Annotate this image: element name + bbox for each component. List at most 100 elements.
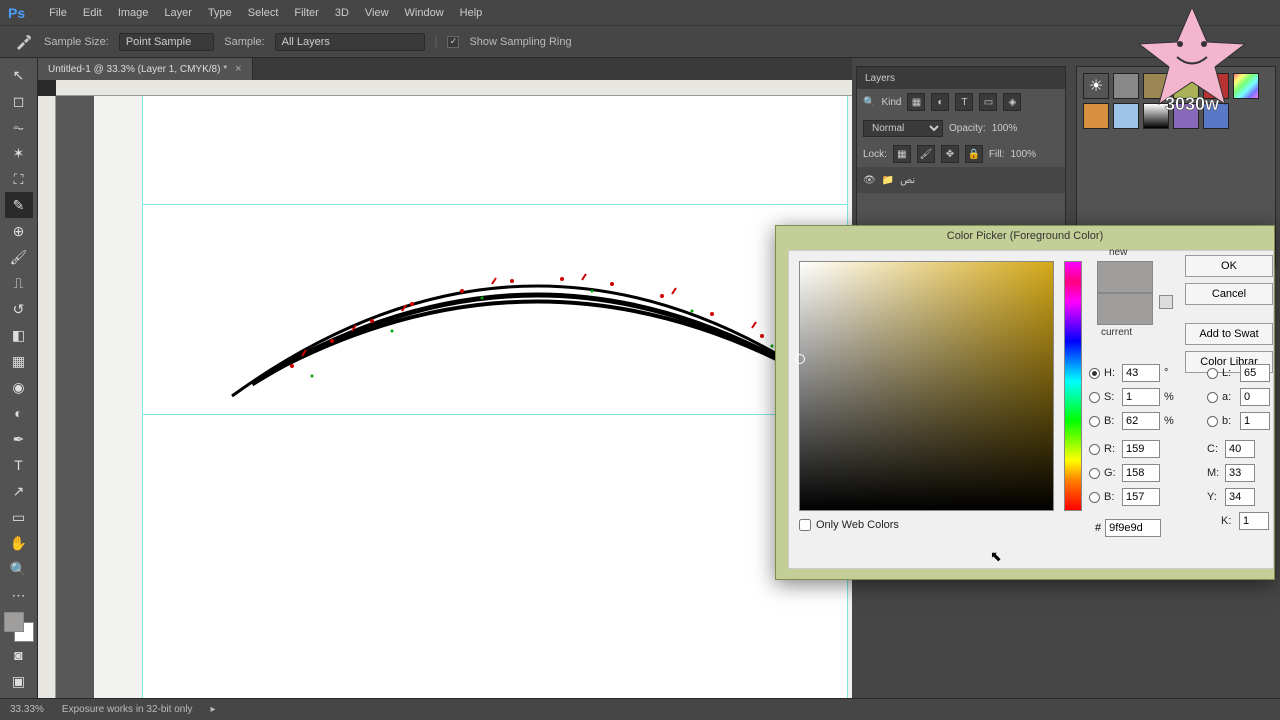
swatch[interactable] (1203, 103, 1229, 129)
m-input[interactable] (1225, 464, 1255, 482)
menu-file[interactable]: File (49, 7, 67, 19)
swatch[interactable] (1203, 73, 1229, 99)
show-ring-checkbox[interactable]: ✓ (447, 36, 459, 48)
quickmask-icon[interactable]: ◙ (5, 642, 33, 668)
swatch[interactable] (1143, 103, 1169, 129)
filter-adj-icon[interactable]: ◐ (931, 93, 949, 111)
ruler-horizontal[interactable] (56, 80, 852, 96)
foreground-color-swatch[interactable] (4, 612, 24, 632)
lock-pixels-icon[interactable]: 🖌 (917, 145, 935, 163)
zoom-level[interactable]: 33.33% (10, 704, 44, 715)
lab-b-radio[interactable] (1207, 416, 1218, 427)
l-radio[interactable] (1207, 368, 1218, 379)
dodge-tool-icon[interactable]: ◐ (5, 400, 33, 426)
r-radio[interactable] (1089, 444, 1100, 455)
zoom-tool-icon[interactable]: 🔍 (5, 556, 33, 582)
g-input[interactable] (1122, 464, 1160, 482)
filter-type-icon[interactable]: T (955, 93, 973, 111)
l-input[interactable] (1240, 364, 1270, 382)
wand-tool-icon[interactable]: ✶ (5, 140, 33, 166)
blur-tool-icon[interactable]: ◉ (5, 374, 33, 400)
marquee-tool-icon[interactable]: ◻ (5, 88, 33, 114)
more-tool-icon[interactable]: ⋯ (5, 582, 33, 608)
lock-position-icon[interactable]: ✥ (941, 145, 959, 163)
s-input[interactable] (1122, 388, 1160, 406)
blend-mode-select[interactable]: Normal (863, 120, 943, 137)
document-tab[interactable]: Untitled-1 @ 33.3% (Layer 1, CMYK/8) * × (38, 58, 253, 80)
h-radio[interactable] (1089, 368, 1100, 379)
sample-size-combo[interactable]: Point Sample (119, 33, 214, 51)
filter-smart-icon[interactable]: ◈ (1003, 93, 1021, 111)
swatch[interactable] (1143, 73, 1169, 99)
move-tool-icon[interactable]: ↖ (5, 62, 33, 88)
crop-tool-icon[interactable]: ⛶ (5, 166, 33, 192)
color-picker-dialog[interactable]: Color Picker (Foreground Color) new curr… (775, 225, 1275, 580)
adjustment-icon[interactable]: ☀ (1083, 73, 1109, 99)
menu-3d[interactable]: 3D (335, 7, 349, 19)
web-safe-warning-icon[interactable] (1159, 295, 1173, 309)
menu-help[interactable]: Help (460, 7, 483, 19)
eraser-tool-icon[interactable]: ◧ (5, 322, 33, 348)
folder-icon[interactable]: 📁 (882, 175, 894, 186)
ruler-vertical[interactable] (38, 96, 56, 698)
menu-select[interactable]: Select (248, 7, 279, 19)
path-tool-icon[interactable]: ↗ (5, 478, 33, 504)
visibility-icon[interactable]: 👁 (863, 175, 876, 186)
lock-transparent-icon[interactable]: ▦ (893, 145, 911, 163)
sample-combo[interactable]: All Layers (275, 33, 425, 51)
ok-button[interactable]: OK (1185, 255, 1273, 277)
menu-filter[interactable]: Filter (294, 7, 318, 19)
current-color-swatch[interactable] (1097, 293, 1153, 325)
b-radio[interactable] (1089, 416, 1100, 427)
hue-slider[interactable] (1064, 261, 1082, 511)
h-input[interactable] (1122, 364, 1160, 382)
b-input[interactable] (1122, 412, 1160, 430)
s-radio[interactable] (1089, 392, 1100, 403)
layer-folder-name[interactable]: نص (900, 175, 915, 186)
add-to-swatches-button[interactable]: Add to Swat (1185, 323, 1273, 345)
c-input[interactable] (1225, 440, 1255, 458)
eyedropper-tool-icon[interactable]: ✎ (5, 192, 33, 218)
brush-tool-icon[interactable]: 🖌 (5, 244, 33, 270)
type-tool-icon[interactable]: T (5, 452, 33, 478)
layers-panel-title[interactable]: Layers (865, 73, 895, 84)
lasso-tool-icon[interactable]: ⏦ (5, 114, 33, 140)
menu-window[interactable]: Window (405, 7, 444, 19)
gradient-tool-icon[interactable]: ▦ (5, 348, 33, 374)
hex-input[interactable] (1105, 519, 1161, 537)
opacity-value[interactable]: 100% (992, 123, 1018, 134)
menu-type[interactable]: Type (208, 7, 232, 19)
canvas-viewport[interactable] (56, 96, 852, 698)
menu-layer[interactable]: Layer (164, 7, 192, 19)
pen-tool-icon[interactable]: ✒ (5, 426, 33, 452)
g-radio[interactable] (1089, 468, 1100, 479)
a-radio[interactable] (1207, 392, 1218, 403)
a-input[interactable] (1240, 388, 1270, 406)
filter-shape-icon[interactable]: ▭ (979, 93, 997, 111)
swatch[interactable] (1233, 73, 1259, 99)
fill-value[interactable]: 100% (1010, 149, 1036, 160)
filter-pixel-icon[interactable]: ▦ (907, 93, 925, 111)
screenmode-icon[interactable]: ▣ (5, 668, 33, 694)
swatch[interactable] (1113, 73, 1139, 99)
lab-b-input[interactable] (1240, 412, 1270, 430)
playback-icon[interactable]: ▸ (211, 704, 216, 715)
shape-tool-icon[interactable]: ▭ (5, 504, 33, 530)
k-input[interactable] (1239, 512, 1269, 530)
close-tab-icon[interactable]: × (235, 63, 241, 75)
swatch[interactable] (1083, 103, 1109, 129)
eyedropper-tool-icon[interactable] (12, 31, 34, 53)
y-input[interactable] (1225, 488, 1255, 506)
canvas[interactable] (94, 96, 852, 698)
menu-edit[interactable]: Edit (83, 7, 102, 19)
bblue-radio[interactable] (1089, 492, 1100, 503)
foreground-background-swatch[interactable] (4, 612, 34, 642)
history-brush-tool-icon[interactable]: ↺ (5, 296, 33, 322)
healing-tool-icon[interactable]: ⊕ (5, 218, 33, 244)
menu-view[interactable]: View (365, 7, 389, 19)
swatch[interactable] (1173, 103, 1199, 129)
swatch[interactable] (1113, 103, 1139, 129)
swatch[interactable] (1173, 73, 1199, 99)
hand-tool-icon[interactable]: ✋ (5, 530, 33, 556)
color-field[interactable] (799, 261, 1054, 511)
